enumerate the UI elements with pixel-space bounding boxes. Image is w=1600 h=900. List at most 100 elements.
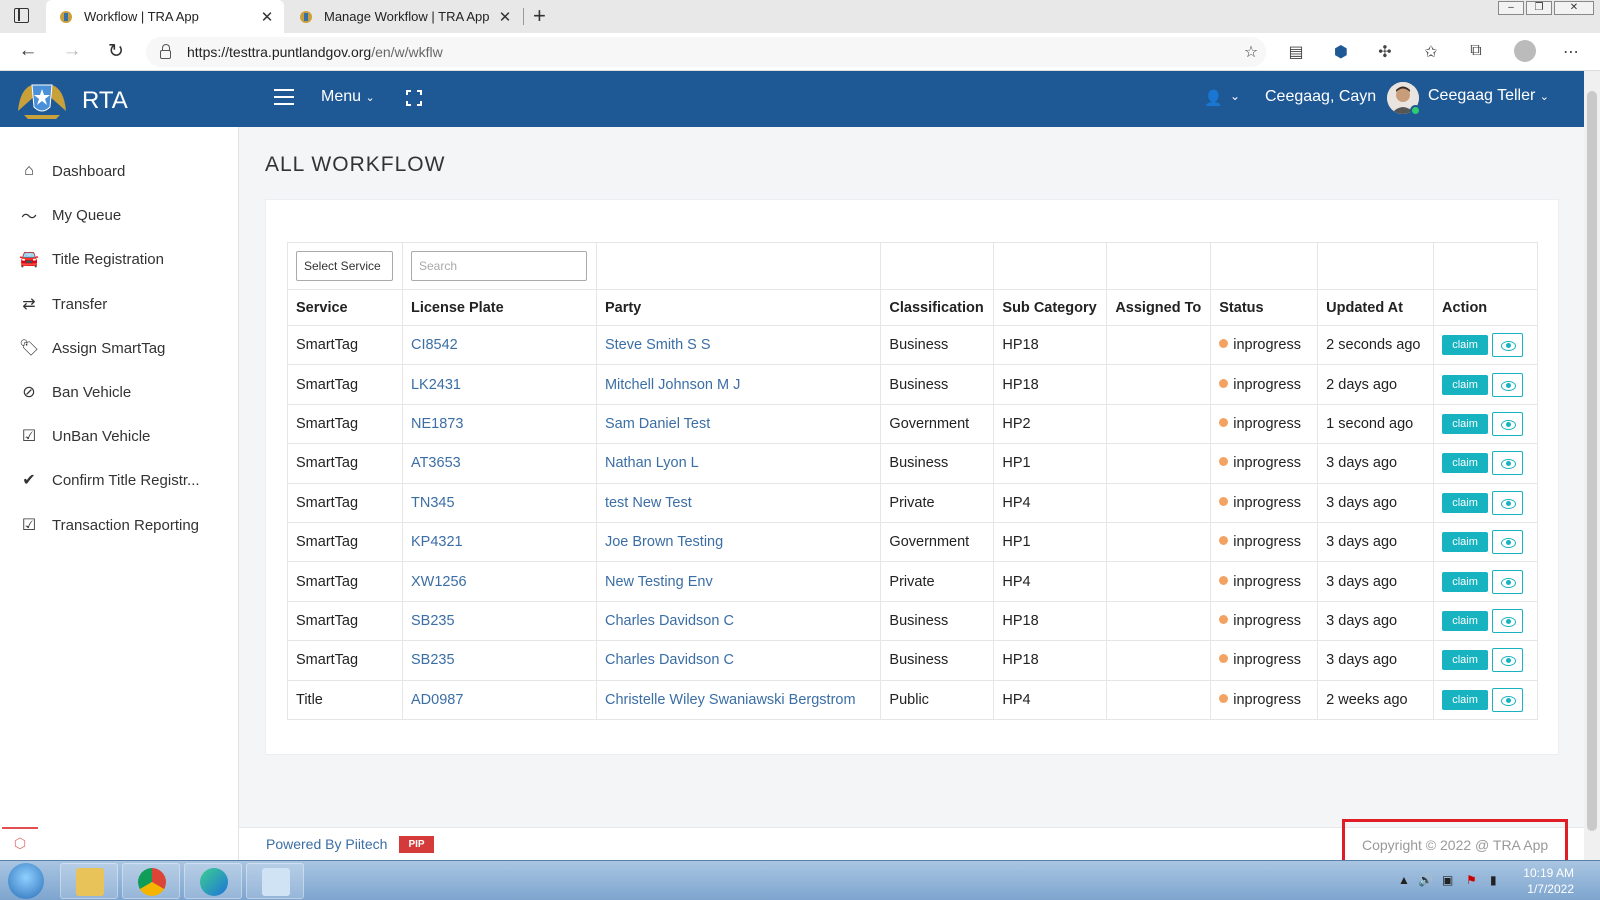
column-header[interactable]: Service	[287, 289, 403, 326]
column-header[interactable]: Party	[595, 289, 882, 326]
column-header[interactable]: Status	[1210, 289, 1319, 326]
scroll-thumb[interactable]	[1587, 91, 1597, 831]
eye-icon[interactable]	[1492, 411, 1524, 436]
taskbar-notepad[interactable]	[246, 863, 304, 899]
sidebar-item-transfer[interactable]: ⇄ Transfer	[0, 286, 239, 322]
close-window-button[interactable]: ✕	[1554, 1, 1594, 15]
sidebar-item-ban-vehicle[interactable]: ⊘ Ban Vehicle	[0, 374, 239, 410]
reading-list-icon[interactable]: ▤	[1285, 42, 1307, 62]
restore-button[interactable]: ❐	[1526, 1, 1552, 15]
license-plate-link[interactable]: KP4321	[411, 534, 463, 550]
column-header[interactable]: Sub Category	[993, 289, 1108, 326]
reload-icon[interactable]: ↻	[104, 40, 128, 63]
back-arrow-icon[interactable]: ←	[16, 40, 40, 62]
page-scrollbar[interactable]	[1584, 71, 1600, 860]
party-link[interactable]: test New Test	[605, 495, 692, 511]
extension-shield-icon[interactable]: ⬢	[1330, 42, 1352, 62]
eye-icon[interactable]	[1492, 333, 1524, 358]
address-bar[interactable]: https://testtra.puntlandgov.org/en/w/wkf…	[146, 37, 1266, 67]
collections-icon[interactable]: ⧉	[1465, 42, 1487, 60]
browser-tab-workflow[interactable]: Workflow | TRA App ✕	[46, 0, 284, 33]
volume-icon[interactable]: 🔊	[1418, 873, 1433, 887]
sidebar-item-unban-vehicle[interactable]: ☑ UnBan Vehicle	[0, 418, 239, 454]
eye-icon[interactable]	[1492, 648, 1524, 673]
fullscreen-icon[interactable]	[406, 90, 422, 106]
party-link[interactable]: Steve Smith S S	[605, 337, 711, 353]
column-header[interactable]: Classification	[880, 289, 995, 326]
party-link[interactable]: Nathan Lyon L	[605, 455, 699, 471]
license-plate-link[interactable]: AD0987	[411, 692, 463, 708]
sidebar-item-assign-smarttag[interactable]: 🏷 Assign SmartTag	[0, 330, 239, 366]
party-link[interactable]: Christelle Wiley Swaniawski Bergstrom	[605, 692, 856, 708]
license-plate-link[interactable]: XW1256	[411, 574, 467, 590]
license-plate-link[interactable]: CI8542	[411, 337, 458, 353]
claim-button[interactable]: claim	[1442, 413, 1489, 434]
license-plate-link[interactable]: LK2431	[411, 377, 461, 393]
new-tab-button[interactable]: +	[533, 3, 546, 29]
claim-button[interactable]: claim	[1442, 335, 1489, 356]
hamburger-menu-icon[interactable]	[274, 89, 294, 105]
eye-icon[interactable]	[1492, 608, 1524, 633]
claim-button[interactable]: claim	[1442, 610, 1489, 631]
taskbar-clock[interactable]: 10:19 AM 1/7/2022	[1510, 865, 1574, 897]
column-header[interactable]: Updated At	[1317, 289, 1435, 326]
sidebar-item-my-queue[interactable]: 〜 My Queue	[0, 197, 239, 233]
minimize-button[interactable]: –	[1498, 1, 1524, 15]
eye-icon[interactable]	[1492, 569, 1524, 594]
tab-close-icon[interactable]: ✕	[494, 8, 516, 26]
license-plate-link[interactable]: SB235	[411, 652, 455, 668]
column-header[interactable]: Assigned To	[1106, 289, 1212, 326]
taskbar-edge[interactable]	[184, 863, 242, 899]
powered-by-link[interactable]: Powered By Piitech	[266, 836, 387, 852]
chevron-down-icon[interactable]: ⌄	[1230, 89, 1240, 103]
party-link[interactable]: Mitchell Johnson M J	[605, 377, 740, 393]
license-plate-link[interactable]: AT3653	[411, 455, 461, 471]
license-plate-link[interactable]: SB235	[411, 613, 455, 629]
favorite-add-icon[interactable]: ☆	[1240, 42, 1262, 62]
party-link[interactable]: Charles Davidson C	[605, 613, 734, 629]
claim-button[interactable]: claim	[1442, 453, 1489, 474]
license-plate-link[interactable]: TN345	[411, 495, 455, 511]
favorites-icon[interactable]: ✩	[1420, 42, 1442, 62]
claim-button[interactable]: claim	[1442, 571, 1489, 592]
party-link[interactable]: New Testing Env	[605, 574, 713, 590]
claim-button[interactable]: claim	[1442, 689, 1489, 710]
claim-button[interactable]: claim	[1442, 532, 1489, 553]
eye-icon[interactable]	[1492, 372, 1524, 397]
taskbar-chrome[interactable]	[122, 863, 180, 899]
sidebar-item-dashboard[interactable]: ⌂ Dashboard	[0, 153, 239, 189]
url-text[interactable]: https://testtra.puntlandgov.org/en/w/wkf…	[187, 44, 443, 60]
sidebar-item-transaction-reporting[interactable]: ☑ Transaction Reporting	[0, 507, 239, 543]
claim-button[interactable]: claim	[1442, 492, 1489, 513]
taskbar-explorer[interactable]	[60, 863, 118, 899]
eye-icon[interactable]	[1492, 490, 1524, 515]
eye-icon[interactable]	[1492, 530, 1524, 555]
sidebar-item-title-registration[interactable]: 🚘 Title Registration	[0, 241, 239, 277]
tray-expand-icon[interactable]: ▲	[1398, 873, 1410, 887]
service-select[interactable]: Select Service	[296, 251, 393, 281]
tab-actions-icon[interactable]	[14, 8, 29, 23]
claim-button[interactable]: claim	[1442, 650, 1489, 671]
claim-button[interactable]: claim	[1442, 374, 1489, 395]
start-button[interactable]	[8, 863, 44, 899]
eye-icon[interactable]	[1492, 451, 1524, 476]
network-icon[interactable]: ▮	[1490, 873, 1497, 887]
laravel-icon[interactable]: ⬡	[2, 827, 38, 857]
browser-tab-manage-workflow[interactable]: Manage Workflow | TRA App ✕	[286, 0, 522, 33]
user-icon[interactable]: 👤	[1204, 89, 1223, 107]
lock-icon[interactable]	[160, 43, 171, 59]
tab-close-icon[interactable]: ✕	[256, 8, 278, 26]
eye-icon[interactable]	[1492, 687, 1524, 712]
party-link[interactable]: Charles Davidson C	[605, 652, 734, 668]
user-menu[interactable]: Ceegaag Teller ⌄	[1428, 87, 1549, 105]
search-input[interactable]	[410, 251, 587, 281]
forward-arrow-icon[interactable]: →	[60, 40, 84, 62]
column-header[interactable]: License Plate	[401, 289, 597, 326]
party-link[interactable]: Sam Daniel Test	[605, 416, 710, 432]
more-menu-icon[interactable]: ⋯	[1560, 42, 1582, 62]
party-link[interactable]: Joe Brown Testing	[605, 534, 723, 550]
profile-avatar[interactable]	[1514, 40, 1536, 62]
flag-alert-icon[interactable]: ⚑	[1466, 873, 1477, 887]
sidebar-item-confirm-title-registration[interactable]: ✔ Confirm Title Registr...	[0, 462, 239, 498]
menu-dropdown[interactable]: Menu ⌄	[321, 88, 375, 106]
